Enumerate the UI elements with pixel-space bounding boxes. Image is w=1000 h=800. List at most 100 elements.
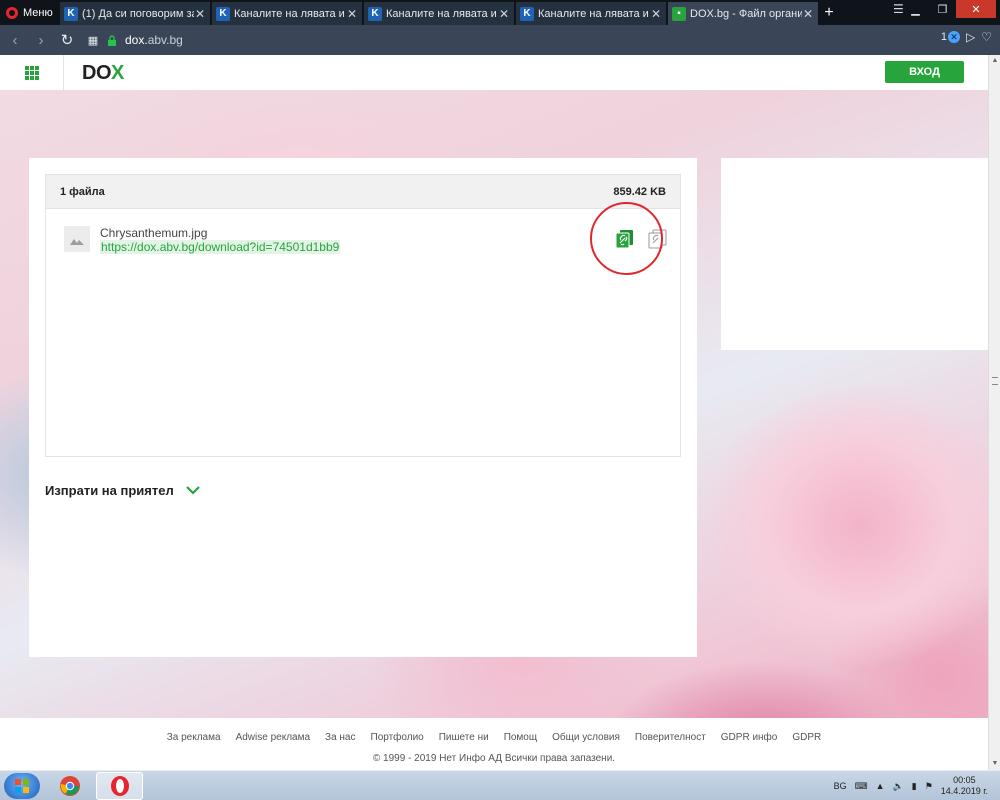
opera-icon — [110, 776, 129, 796]
adblock-shield-icon: ✕ — [948, 31, 960, 43]
tab-title: Каналите на лявата и дяс — [234, 7, 346, 20]
url-prefix: dox. — [125, 33, 148, 47]
file-list: 1 файла 859.42 KB Chrysanthemum.jpg http… — [45, 174, 681, 457]
bookmark-heart-icon[interactable]: ♡ — [981, 30, 992, 44]
chrome-taskbar-button[interactable] — [46, 772, 93, 800]
footer-link[interactable]: GDPR — [792, 732, 821, 743]
tab-title: DOX.bg - Файл организат — [690, 7, 802, 20]
clock[interactable]: 00:05 14.4.2019 г. — [941, 775, 988, 797]
language-indicator[interactable]: BG — [834, 781, 847, 791]
footer-link[interactable]: GDPR инфо — [721, 732, 778, 743]
chrome-icon — [59, 776, 80, 796]
logo-text-do: DO — [82, 62, 112, 84]
browser-tab-2[interactable]: K Каналите на лявата и дяс ✕ — [212, 2, 363, 25]
header-divider — [63, 55, 64, 90]
opera-menu-label: Меню — [23, 6, 53, 19]
tab-title: (1) Да си поговорим за с — [82, 7, 194, 20]
footer-link[interactable]: Adwise реклама — [236, 732, 310, 743]
tab-close-icon[interactable]: ✕ — [650, 7, 662, 21]
scroll-up-icon[interactable]: ▲ — [989, 55, 1000, 67]
highlight-annotation-circle — [590, 202, 663, 275]
copyright-text: © 1999 - 2019 Нет Инфо АД Всички права з… — [372, 753, 616, 764]
login-button[interactable]: ВХОД — [885, 61, 964, 83]
tab-close-icon[interactable]: ✕ — [346, 7, 358, 21]
windows-taskbar: BG ⌨ ▲ 🔈 ▮ ⚑ 00:05 14.4.2019 г. — [0, 770, 1000, 800]
total-size: 859.42 KB — [613, 185, 666, 198]
browser-tab-5-active[interactable]: ▪ DOX.bg - Файл организат ✕ — [668, 2, 819, 25]
dox-icon: ▪ — [672, 6, 686, 21]
footer-link[interactable]: За реклама — [167, 732, 221, 743]
footer-link[interactable]: Общи условия — [552, 732, 620, 743]
reload-icon[interactable]: ↻ — [56, 29, 78, 51]
volume-icon[interactable]: 🔈 — [893, 781, 904, 792]
page-viewport: DOX ВХОД 1 файла 859.42 KB Chrysanthemum… — [0, 55, 988, 770]
site-footer: За реклама Adwise реклама За нас Портфол… — [0, 718, 988, 770]
browser-tab-1[interactable]: K (1) Да си поговорим за с ✕ — [60, 2, 211, 25]
page-scrollbar[interactable]: ▲ ▼ — [988, 55, 1000, 770]
k-icon: K — [216, 6, 230, 21]
image-file-icon — [64, 226, 90, 252]
flag-icon[interactable]: ⚑ — [925, 781, 933, 792]
window-close-icon[interactable]: ✕ — [956, 0, 996, 18]
new-tab-button[interactable]: + — [819, 2, 839, 24]
adblock-button[interactable]: 1 ✕ — [941, 31, 960, 43]
address-bar: ‹ › ↻ ▦ dox. abv.bg 1 ✕ ▷ ♡ — [0, 25, 1000, 55]
file-row: Chrysanthemum.jpg https://dox.abv.bg/dow… — [46, 202, 680, 275]
footer-link[interactable]: Пишете ни — [439, 732, 489, 743]
k-icon: K — [520, 6, 534, 21]
maximize-icon[interactable]: ❐ — [929, 0, 956, 18]
send-page-icon[interactable]: ▷ — [966, 30, 975, 44]
opera-taskbar-button[interactable] — [96, 772, 143, 800]
chevron-down-icon — [185, 486, 200, 495]
adblock-count: 1 — [940, 31, 947, 43]
file-name: Chrysanthemum.jpg — [100, 226, 208, 240]
browser-tab-bar: Меню K (1) Да си поговорим за с ✕ K Кана… — [0, 0, 1000, 25]
tab-close-icon[interactable]: ✕ — [498, 7, 510, 21]
tab-close-icon[interactable]: ✕ — [194, 7, 206, 21]
opera-menu-button[interactable]: Меню — [0, 0, 58, 25]
minimize-icon[interactable]: ▁ — [902, 0, 929, 18]
send-to-friend-label: Изпрати на приятел — [45, 483, 174, 498]
apps-grid-icon[interactable] — [25, 66, 39, 80]
footer-link[interactable]: Помощ — [504, 732, 537, 743]
browser-tab-3[interactable]: K Каналите на лявата и дяс ✕ — [364, 2, 515, 25]
opera-logo-icon — [6, 6, 18, 19]
dox-logo[interactable]: DOX — [82, 62, 124, 85]
footer-links: За реклама Adwise реклама За нас Портфол… — [0, 732, 988, 743]
footer-link[interactable]: Портфолио — [371, 732, 424, 743]
clock-time: 00:05 — [953, 775, 976, 785]
address-bar-actions: 1 ✕ ▷ ♡ — [941, 30, 992, 44]
back-icon[interactable]: ‹ — [4, 29, 26, 51]
tab-title: Каналите на лявата и дяс — [538, 7, 650, 20]
speed-dial-icon[interactable]: ▦ — [82, 29, 104, 51]
url-field[interactable]: dox. abv.bg — [107, 28, 987, 52]
scroll-down-icon[interactable]: ▼ — [989, 758, 1000, 770]
clock-date: 14.4.2019 г. — [940, 786, 988, 796]
lock-icon — [108, 34, 116, 46]
start-button[interactable] — [4, 773, 40, 799]
window-controls: ▁ ❐ ✕ — [902, 0, 996, 18]
system-tray: BG ⌨ ▲ 🔈 ▮ ⚑ 00:05 14.4.2019 г. — [834, 771, 988, 800]
network-icon[interactable]: ▮ — [912, 781, 917, 792]
k-icon: K — [64, 6, 78, 21]
ad-placeholder — [721, 158, 988, 350]
scroll-thumb[interactable] — [992, 377, 998, 385]
footer-link[interactable]: За нас — [325, 732, 355, 743]
footer-link[interactable]: Поверителност — [635, 732, 706, 743]
show-hidden-icons-icon[interactable]: ▲ — [876, 781, 885, 791]
forward-icon[interactable]: › — [30, 29, 52, 51]
file-download-link[interactable]: https://dox.abv.bg/download?id=74501d1bb… — [100, 240, 341, 254]
windows-logo-icon — [15, 779, 29, 793]
tab-title: Каналите на лявата и дяс — [386, 7, 498, 20]
file-list-header: 1 файла 859.42 KB — [46, 175, 680, 209]
site-header: DOX ВХОД — [0, 55, 988, 90]
send-to-friend-toggle[interactable]: Изпрати на приятел — [45, 483, 200, 498]
browser-tab-4[interactable]: K Каналите на лявата и дяс ✕ — [516, 2, 667, 25]
url-host: abv.bg — [147, 33, 183, 47]
file-count: 1 файла — [60, 185, 105, 198]
keyboard-icon[interactable]: ⌨ — [855, 781, 868, 792]
k-icon: K — [368, 6, 382, 21]
upload-result-card: 1 файла 859.42 KB Chrysanthemum.jpg http… — [29, 158, 697, 657]
tab-close-icon[interactable]: ✕ — [802, 7, 814, 21]
logo-text-x: X — [111, 62, 124, 84]
